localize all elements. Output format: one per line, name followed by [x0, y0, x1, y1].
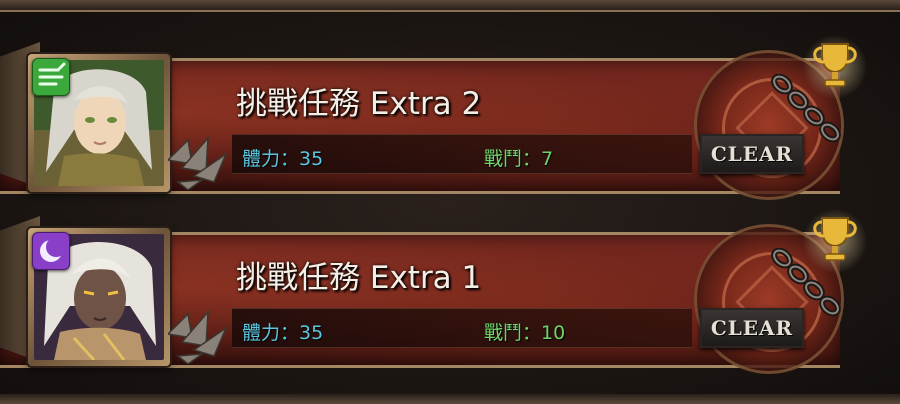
character-portrait-frame[interactable] [28, 228, 170, 366]
mission-stats-bar: 體力：35 戰鬥：7 [232, 134, 692, 174]
mission-row-extra-2[interactable]: 挑戰任務 Extra 2 體力：35 戰鬥：7 CLEAR [0, 32, 900, 200]
wind-attribute-icon [32, 58, 70, 96]
character-portrait-frame[interactable] [28, 54, 170, 192]
stamina-cost: 體力：35 [242, 322, 324, 344]
battle-count: 戰鬥：10 [484, 322, 566, 344]
moon-attribute-icon [32, 232, 70, 270]
mission-title: 挑戰任務 Extra 2 [236, 86, 482, 122]
mission-row-extra-1[interactable]: 挑戰任務 Extra 1 體力：35 戰鬥：10 CLEAR [0, 206, 900, 374]
clear-status-badge: CLEAR [700, 308, 804, 348]
mission-stats-bar: 體力：35 戰鬥：10 [232, 308, 692, 348]
mission-title: 挑戰任務 Extra 1 [236, 260, 482, 296]
trophy-icon [813, 217, 857, 261]
battle-count: 戰鬥：7 [484, 148, 554, 170]
clear-status-label: CLEAR [710, 316, 794, 340]
bottom-frame [0, 394, 900, 404]
clear-status-badge: CLEAR [700, 134, 804, 174]
stamina-cost: 體力：35 [242, 148, 324, 170]
mission-list-screen: 挑戰任務 Extra 2 體力：35 戰鬥：7 CLEAR 挑戰任務 Extra… [0, 0, 900, 404]
trophy-icon [813, 43, 857, 87]
top-frame [0, 0, 900, 12]
clear-status-label: CLEAR [710, 142, 794, 166]
